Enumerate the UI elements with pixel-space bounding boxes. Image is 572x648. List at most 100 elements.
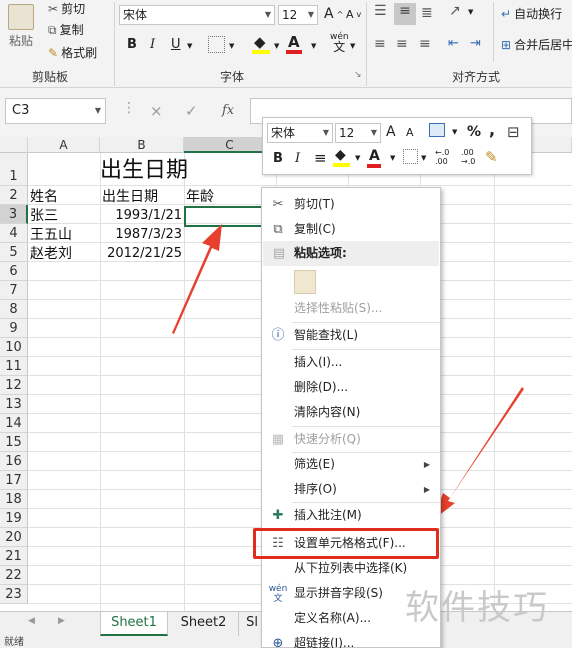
paste-button[interactable]: 粘贴 bbox=[8, 4, 34, 49]
mini-format-painter-icon[interactable]: ✎ bbox=[485, 148, 498, 166]
mini-font-color-icon[interactable]: A bbox=[367, 148, 381, 168]
menu-item-smart-lookup[interactable]: ⓘ 智能查找(L) bbox=[262, 323, 440, 348]
mini-shrink-font-button[interactable]: A bbox=[406, 126, 414, 139]
header-cell-date[interactable]: 出生日期 bbox=[102, 188, 158, 206]
number-format-icon[interactable] bbox=[429, 123, 445, 137]
name-box[interactable]: C3 ▼ bbox=[5, 98, 106, 124]
mini-align-center-button[interactable]: ≡ bbox=[314, 149, 327, 167]
scroll-left-icon[interactable]: ◀ bbox=[28, 616, 35, 626]
increase-indent-icon[interactable]: ⇥ bbox=[470, 36, 481, 51]
decrease-indent-icon[interactable]: ⇤ bbox=[448, 36, 459, 51]
row-header[interactable]: 21 bbox=[0, 547, 28, 566]
mini-bold-button[interactable]: B bbox=[273, 151, 283, 166]
underline-button[interactable]: U bbox=[171, 37, 181, 52]
font-size-select[interactable]: 12 ▼ bbox=[278, 5, 318, 25]
scroll-right-icon[interactable]: ▶ bbox=[58, 616, 65, 626]
row-header[interactable]: 11 bbox=[0, 357, 28, 376]
row-header[interactable]: 9 bbox=[0, 319, 28, 338]
format-painter-button[interactable]: ✎ 格式刷 bbox=[48, 44, 97, 61]
wrap-text-button[interactable]: ↵ 自动换行 bbox=[501, 5, 562, 22]
menu-item-clear[interactable]: 清除内容(N) bbox=[262, 400, 440, 425]
row-header[interactable]: 2 bbox=[0, 186, 28, 205]
menu-item-hyperlink[interactable]: ⊕ 超链接(I)... bbox=[262, 631, 440, 648]
row-header[interactable]: 18 bbox=[0, 490, 28, 509]
row-header[interactable]: 4 bbox=[0, 224, 28, 243]
function-icon[interactable]: fx bbox=[222, 98, 234, 124]
mini-grow-font-button[interactable]: A bbox=[386, 124, 396, 140]
menu-item-quick-analysis[interactable]: ▦ 快速分析(Q) bbox=[262, 427, 440, 452]
cell-name[interactable]: 赵老刘 bbox=[30, 245, 72, 263]
mini-italic-button[interactable]: I bbox=[295, 151, 300, 166]
align-bottom-icon[interactable]: ≣ bbox=[421, 5, 433, 21]
row-header[interactable]: 10 bbox=[0, 338, 28, 357]
select-all-corner[interactable] bbox=[0, 137, 28, 153]
menu-item-paste-special[interactable]: 选择性粘贴(S)... bbox=[262, 296, 440, 321]
tab-sheet3[interactable]: Sl bbox=[242, 612, 262, 636]
header-cell-age[interactable]: 年龄 bbox=[186, 188, 214, 206]
row-header[interactable]: 5 bbox=[0, 243, 28, 262]
row-header[interactable]: 14 bbox=[0, 414, 28, 433]
tab-sheet2[interactable]: Sheet2 bbox=[169, 612, 239, 636]
increase-decimal-button[interactable]: ←.0 .00 bbox=[435, 148, 449, 166]
align-top-icon[interactable]: ☰ bbox=[374, 3, 387, 19]
mini-font-name-select[interactable]: 宋体 ▼ bbox=[267, 123, 333, 143]
row-header[interactable]: 8 bbox=[0, 300, 28, 319]
mini-borders-icon[interactable] bbox=[403, 149, 418, 164]
font-color-icon[interactable]: A bbox=[286, 33, 302, 54]
bold-button[interactable]: B bbox=[127, 37, 137, 52]
phonetic-icon[interactable]: wén 文 bbox=[330, 32, 349, 54]
row-header[interactable]: 3 bbox=[0, 205, 28, 224]
row-header[interactable]: 15 bbox=[0, 433, 28, 452]
mini-font-size-select[interactable]: 12 ▼ bbox=[335, 123, 381, 143]
row-header[interactable]: 19 bbox=[0, 509, 28, 528]
cell-name[interactable]: 张三 bbox=[30, 207, 58, 225]
confirm-icon[interactable]: ✓ bbox=[185, 98, 198, 124]
header-cell-name[interactable]: 姓名 bbox=[30, 188, 58, 206]
copy-button[interactable]: ⧉ 复制 bbox=[48, 21, 84, 38]
menu-item-cut[interactable]: ✂ 剪切(T) bbox=[262, 192, 440, 217]
row-header[interactable]: 13 bbox=[0, 395, 28, 414]
menu-item-insert[interactable]: 插入(I)... bbox=[262, 350, 440, 375]
align-right-icon[interactable]: ≡ bbox=[419, 36, 431, 52]
paste-option-icon[interactable] bbox=[294, 270, 316, 294]
grow-font-button[interactable]: A ^ bbox=[324, 6, 343, 22]
decrease-decimal-button[interactable]: .00 →.0 bbox=[461, 148, 475, 166]
row-header[interactable]: 12 bbox=[0, 376, 28, 395]
row-header[interactable]: 17 bbox=[0, 471, 28, 490]
fill-color-icon[interactable]: ◆ bbox=[252, 33, 270, 54]
menu-item-insert-comment[interactable]: ✚ 插入批注(M) bbox=[262, 503, 440, 528]
menu-item-delete[interactable]: 删除(D)... bbox=[262, 375, 440, 400]
mini-fill-color-icon[interactable]: ◆ bbox=[333, 147, 350, 167]
menu-item-copy[interactable]: ⧉ 复制(C) bbox=[262, 217, 440, 242]
row-header[interactable]: 7 bbox=[0, 281, 28, 300]
cell-date[interactable]: 1993/1/21 bbox=[102, 207, 182, 225]
orientation-icon[interactable]: ↗ bbox=[449, 3, 461, 19]
tab-sheet1[interactable]: Sheet1 bbox=[100, 612, 168, 636]
cell-date[interactable]: 2012/21/25 bbox=[102, 245, 182, 263]
align-left-icon[interactable]: ≡ bbox=[374, 36, 386, 52]
column-header[interactable]: A bbox=[28, 137, 100, 153]
row-header[interactable]: 16 bbox=[0, 452, 28, 471]
row-header[interactable]: 23 bbox=[0, 585, 28, 604]
align-middle-icon[interactable]: ≡ bbox=[394, 3, 416, 25]
cell-date[interactable]: 1987/3/23 bbox=[102, 226, 182, 244]
column-header[interactable]: B bbox=[100, 137, 184, 153]
cancel-icon[interactable]: × bbox=[150, 98, 163, 124]
merge-center-button[interactable]: ⊞ 合并后居中 bbox=[501, 36, 572, 53]
title-cell[interactable]: 出生日期 bbox=[100, 157, 210, 185]
shrink-font-button[interactable]: Av bbox=[346, 8, 361, 21]
row-header[interactable]: 22 bbox=[0, 566, 28, 585]
row-header[interactable]: 1 bbox=[0, 153, 28, 186]
menu-item-pick-list[interactable]: 从下拉列表中选择(K) bbox=[262, 556, 440, 581]
comma-style-button[interactable]: , bbox=[489, 120, 495, 139]
dialog-launcher-icon[interactable]: ↘ bbox=[354, 70, 362, 80]
menu-item-filter[interactable]: 筛选(E) ▶ bbox=[262, 452, 440, 477]
row-header[interactable]: 20 bbox=[0, 528, 28, 547]
cut-button[interactable]: ✂ 剪切 bbox=[48, 0, 85, 17]
menu-item-sort[interactable]: 排序(O) ▶ bbox=[262, 477, 440, 502]
cell-name[interactable]: 王五山 bbox=[30, 226, 72, 244]
italic-button[interactable]: I bbox=[150, 37, 155, 52]
row-header[interactable]: 6 bbox=[0, 262, 28, 281]
borders-icon[interactable] bbox=[208, 36, 225, 53]
font-name-select[interactable]: 宋体 ▼ bbox=[119, 5, 275, 25]
